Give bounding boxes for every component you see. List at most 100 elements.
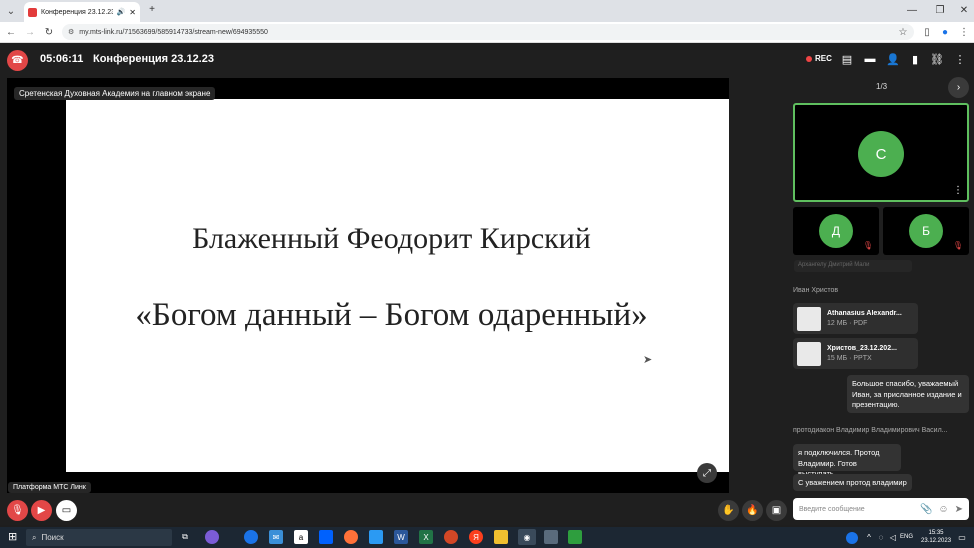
sidepanel-icon[interactable]: ▯ (920, 25, 934, 39)
site-favicon-icon (28, 7, 37, 17)
windows-start-icon[interactable]: ⊞ (8, 530, 17, 543)
chat-input[interactable]: Введите сообщение 📎 ☺ ➤ (793, 498, 969, 520)
document-thumbnail-icon (797, 341, 821, 366)
edge-icon[interactable] (244, 530, 258, 544)
avatar: Б (909, 214, 943, 248)
chat-message-outgoing: Большое спасибо, уважаемый Иван, за прис… (847, 375, 969, 413)
expand-icon: ⤢ (703, 467, 711, 479)
participants-page-indicator: 1/3 (876, 82, 888, 91)
attach-paperclip-icon[interactable]: 📎 (920, 504, 932, 515)
powerpoint-icon[interactable] (444, 530, 458, 544)
send-icon[interactable]: ➤ (955, 504, 963, 515)
presentation-slide (66, 99, 729, 472)
screen-share-label: Сретенская Духовная Академия на главном … (14, 87, 216, 100)
app-icon[interactable] (568, 530, 582, 544)
file-name: Христов_23.12.202... (827, 345, 897, 352)
end-call-button[interactable]: ☎ (7, 50, 28, 71)
meeting-timer: 05:06:11 (40, 53, 84, 65)
camera-off-icon: ▶ (37, 505, 46, 516)
maximize-icon[interactable]: ❐ (930, 3, 950, 18)
mic-muted-icon: 🎙 (952, 241, 963, 250)
back-icon[interactable]: ← (4, 25, 18, 39)
yandex-icon[interactable]: Я (469, 530, 483, 544)
monitor-icon: ▭ (61, 505, 72, 516)
tab-close-icon[interactable]: ✕ (129, 8, 136, 17)
expand-fullscreen-button[interactable]: ⤢ (697, 463, 717, 483)
firefox-icon[interactable] (344, 530, 358, 544)
avatar: С (858, 131, 904, 177)
hand-icon: ✋ (722, 505, 735, 516)
input-language[interactable]: ENG (900, 534, 913, 540)
app-icon[interactable] (205, 530, 219, 544)
tray-app-icon[interactable] (846, 532, 858, 544)
app-icon[interactable] (369, 530, 383, 544)
raise-hand-button[interactable]: ✋ (718, 500, 739, 521)
site-info-icon[interactable]: ⚙ (68, 28, 74, 36)
system-clock[interactable]: 15:35 23.12.2023 (921, 529, 951, 545)
new-tab-icon[interactable]: + (142, 2, 162, 17)
rec-label: REC (815, 54, 832, 63)
reload-icon[interactable]: ↻ (42, 25, 56, 39)
chat-message: С уважением протод владимир (793, 474, 912, 491)
picture-in-picture-icon: ▣ (771, 505, 782, 516)
app-icon[interactable] (544, 530, 558, 544)
chrome-icon[interactable]: ◉ (518, 529, 536, 545)
screen-share-button[interactable]: ▭ (56, 500, 77, 521)
browser-menu-icon[interactable]: ⋮ (957, 25, 971, 39)
conference-title: Конференция 23.12.23 (93, 53, 214, 65)
emoji-icon[interactable]: ☺ (938, 504, 948, 515)
search-icon: ⌕ (32, 532, 37, 542)
more-menu-icon[interactable]: ⋮ (953, 52, 967, 66)
tab-title: Конференция 23.12.23 - … (41, 8, 113, 16)
chat-message-faded: Архангелу Дмитрий Мали (794, 260, 912, 272)
minimize-icon[interactable]: — (902, 3, 922, 18)
link-icon[interactable]: ⛓ (930, 52, 944, 66)
taskbar-search[interactable]: ⌕ Поиск (26, 529, 172, 546)
profile-icon[interactable]: ● (938, 25, 952, 39)
file-meta: 12 МБ · PDF (827, 320, 868, 327)
chat-file-attachment[interactable]: Христов_23.12.202... 15 МБ · PPTX (793, 338, 918, 369)
address-toolbar: ← → ↻ ⚙ my.mts-link.ru/71563699/58591473… (0, 22, 974, 43)
browser-tab[interactable]: Конференция 23.12.23 - … 🔊 ✕ (24, 2, 140, 22)
mic-off-icon: 🎙 (11, 505, 24, 516)
word-icon[interactable]: W (394, 530, 408, 544)
mail-icon[interactable]: ✉ (269, 530, 283, 544)
volume-icon[interactable]: ◁ (886, 530, 900, 544)
platform-label: Платформа МТС Линк (8, 482, 91, 493)
forward-icon[interactable]: → (23, 25, 37, 39)
recording-indicator[interactable]: REC (806, 54, 832, 63)
participants-icon[interactable]: 👤 (886, 52, 900, 66)
speaker-icon: 🔊 (116, 9, 126, 16)
mouse-cursor-icon: ➤ (643, 354, 653, 366)
amazon-icon[interactable]: a (294, 530, 308, 544)
chat-file-attachment[interactable]: Athanasius Alexandr... 12 МБ · PDF (793, 303, 918, 334)
file-explorer-icon[interactable] (494, 530, 508, 544)
fire-icon: 🔥 (746, 505, 759, 516)
bookmark-star-icon[interactable]: ☆ (896, 25, 910, 39)
rec-dot-icon (806, 55, 812, 62)
camera-toggle-button[interactable]: ▶ (31, 500, 52, 521)
task-view-icon[interactable]: ⧉ (178, 530, 192, 544)
url-field[interactable]: ⚙ my.mts-link.ru/71563699/585914733/stre… (62, 24, 914, 40)
dropbox-icon[interactable] (319, 530, 333, 544)
mic-muted-icon: 🎙 (862, 241, 873, 250)
chat-input-placeholder: Введите сообщение (799, 505, 865, 513)
slide-title: Блаженный Феодорит Кирский (192, 222, 591, 255)
chat-message: я подключился. Протод Владимир. Готов вы… (793, 444, 901, 478)
chat-sender-name: протодиакон Владимир Владимирович Васил.… (793, 427, 948, 434)
tab-list-chevron-icon[interactable]: ⌄ (4, 4, 18, 18)
chat-icon[interactable]: ▬ (863, 52, 877, 66)
files-icon[interactable]: ▮ (908, 52, 922, 66)
next-page-button[interactable]: › (948, 77, 969, 98)
layout-button[interactable]: ▣ (766, 500, 787, 521)
excel-icon[interactable]: X (419, 530, 433, 544)
document-thumbnail-icon (797, 306, 821, 331)
window-close-icon[interactable]: ✕ (954, 3, 974, 18)
avatar: Д (819, 214, 853, 248)
agenda-icon[interactable]: ▤ (840, 52, 854, 66)
file-name: Athanasius Alexandr... (827, 310, 902, 317)
tile-more-icon[interactable]: ⋮ (953, 185, 963, 196)
mic-toggle-button[interactable]: 🎙 (7, 500, 28, 521)
reactions-button[interactable]: 🔥 (742, 500, 763, 521)
notifications-icon[interactable]: ▭ (955, 530, 969, 544)
